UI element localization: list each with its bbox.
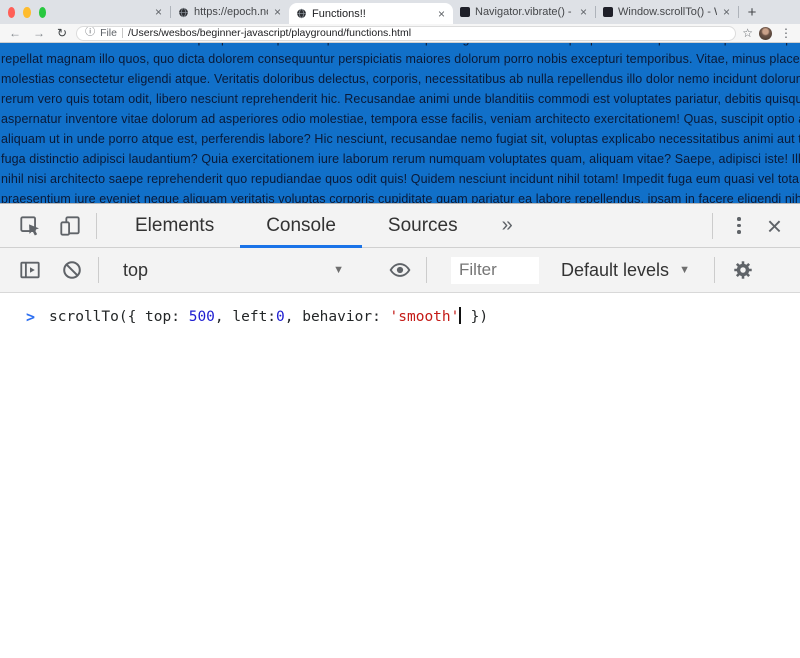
mdn-icon [460, 7, 470, 17]
tab-partial[interactable]: × [54, 0, 170, 24]
devtools-tabbar: Elements Console Sources » × [0, 204, 800, 248]
close-tab-icon[interactable]: × [579, 6, 588, 18]
settings-gear-icon[interactable] [729, 256, 757, 284]
tab-label: Elements [135, 215, 214, 237]
live-expression-eye-icon[interactable] [386, 256, 414, 284]
tab-navigator-vibrate[interactable]: Navigator.vibrate() - Web API × [453, 0, 595, 24]
devtools-menu-icon[interactable] [725, 217, 753, 234]
devtools-close-icon[interactable]: × [753, 213, 800, 239]
code-token-string: 'smooth' [390, 309, 460, 325]
tab-title: Window.scrollTo() - Web API [618, 6, 717, 18]
console-prompt-row: > scrollTo({ top: 500, left:0, behavior:… [0, 293, 800, 327]
toolbar-divider [712, 213, 713, 239]
code-token-number: 500 [189, 309, 215, 325]
browser-toolbar: ← → ↻ ⓘ File /Users/wesbos/beginner-java… [0, 24, 800, 43]
close-tab-icon[interactable]: × [437, 8, 446, 20]
new-tab-button[interactable]: + [739, 0, 765, 24]
code-token: }) [462, 309, 488, 325]
browser-menu-icon[interactable]: ⋮ [778, 27, 794, 39]
page-content[interactable]: sit eum deleniti molestiae doloremque ip… [0, 43, 800, 203]
tab-functions-active[interactable]: Functions!! × [289, 3, 453, 24]
selected-text-line: aspernatur inventore vitae dolorum ad as… [1, 109, 800, 129]
mdn-icon [603, 7, 613, 17]
toolbar-divider [98, 257, 99, 283]
console-input[interactable]: scrollTo({ top: 500, left:0, behavior: '… [49, 307, 488, 327]
globe-icon [296, 8, 307, 19]
console-toolbar: top ▼ Default levels ▼ [0, 248, 800, 293]
selected-text-line: molestias consectetur eligendi atque. Ve… [1, 69, 800, 89]
code-token: scrollTo({ top: [49, 309, 189, 325]
tab-sources[interactable]: Sources [362, 204, 484, 247]
tab-elements[interactable]: Elements [109, 204, 240, 247]
selected-text-line: rerum vero quis totam odit, libero nesci… [1, 89, 800, 109]
chevron-down-icon: ▼ [333, 264, 344, 276]
url-scheme-label: File [100, 27, 117, 39]
tab-title: https://epoch.now.sh [194, 6, 268, 18]
tab-title: Navigator.vibrate() - Web API [475, 6, 574, 18]
clear-console-icon[interactable] [58, 256, 86, 284]
forward-icon[interactable]: → [30, 27, 48, 39]
reload-icon[interactable]: ↻ [54, 27, 70, 39]
log-levels-dropdown[interactable]: Default levels ▼ [555, 260, 696, 281]
selected-text-line: nihil nisi architecto saepe reprehenderi… [1, 169, 800, 189]
close-tab-icon[interactable]: × [722, 6, 731, 18]
inspect-element-icon[interactable] [16, 212, 44, 240]
address-bar[interactable]: ⓘ File /Users/wesbos/beginner-javascript… [76, 26, 736, 41]
tab-window-scrollto[interactable]: Window.scrollTo() - Web API × [596, 0, 738, 24]
frame-context-selector[interactable]: top ▼ [111, 260, 356, 281]
selected-text-line: fuga distinctio adipisci laudantium? Qui… [1, 149, 800, 169]
filter-input[interactable] [451, 257, 539, 284]
selected-text-line: aliquam ut in unde porro atque est, perf… [1, 129, 800, 149]
close-window-button[interactable] [8, 7, 15, 18]
zoom-window-button[interactable] [39, 7, 46, 18]
toolbar-divider [426, 257, 427, 283]
selected-text-block: sit eum deleniti molestiae doloremque ip… [0, 43, 800, 203]
profile-avatar[interactable] [759, 27, 772, 40]
devtools-panel: Elements Console Sources » × [0, 203, 800, 658]
tab-label: Console [266, 215, 336, 237]
globe-icon [178, 7, 189, 18]
window-controls [0, 0, 54, 24]
log-levels-label: Default levels [561, 260, 669, 281]
code-token-number: 0 [276, 309, 285, 325]
console-sidebar-icon[interactable] [16, 256, 44, 284]
tab-label: Sources [388, 215, 458, 237]
tab-console[interactable]: Console [240, 204, 362, 247]
bookmark-star-icon[interactable]: ☆ [742, 27, 753, 39]
tab-title: Functions!! [312, 8, 432, 20]
more-tabs-button[interactable]: » [484, 204, 531, 247]
toolbar-divider [714, 257, 715, 283]
info-icon[interactable]: ⓘ [85, 28, 95, 38]
console-prompt-icon: > [26, 307, 35, 327]
console-output-area[interactable]: > scrollTo({ top: 500, left:0, behavior:… [0, 293, 800, 658]
browser-window: × https://epoch.now.sh × Functions!! × N… [0, 0, 800, 658]
tab-divider [738, 6, 739, 18]
code-token: , behavior: [285, 309, 390, 325]
tab-strip: × https://epoch.now.sh × Functions!! × N… [0, 0, 800, 24]
toolbar-divider [96, 213, 97, 239]
close-tab-icon[interactable]: × [154, 6, 163, 18]
selected-text-line: praesentium iure eveniet neque aliquam v… [1, 189, 800, 203]
tab-epoch-now-sh[interactable]: https://epoch.now.sh × [171, 0, 289, 24]
minimize-window-button[interactable] [23, 7, 30, 18]
back-icon[interactable]: ← [6, 27, 24, 39]
selected-text-line: repellat magnam illo quos, quo dicta dol… [1, 49, 800, 69]
close-tab-icon[interactable]: × [273, 6, 282, 18]
text-cursor [459, 307, 461, 324]
chevron-down-icon: ▼ [679, 264, 690, 276]
url-divider [122, 28, 123, 38]
url-path: /Users/wesbos/beginner-javascript/playgr… [128, 27, 411, 39]
frame-context-value: top [123, 260, 148, 281]
device-toolbar-icon[interactable] [56, 212, 84, 240]
code-token: , left: [215, 309, 276, 325]
